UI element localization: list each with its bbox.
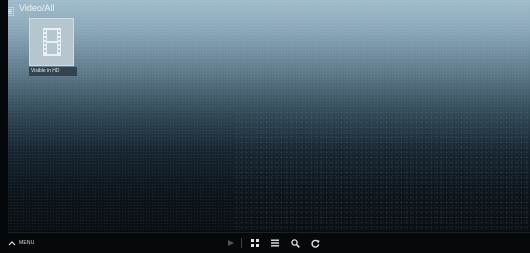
menu-button[interactable]: MENU [8,237,35,249]
play-icon[interactable] [225,237,237,249]
film-strip-icon [43,28,61,56]
dot-texture [4,0,530,253]
header-bar: Video/All [4,0,530,17]
toolbar-divider [241,238,242,248]
bottom-toolbar: MENU [4,232,530,253]
app-screen: Video/All Visible in HD MENU [4,0,530,253]
list-view-icon[interactable] [269,237,281,249]
chevron-up-icon [8,241,16,246]
left-edge-strip [0,0,8,253]
search-icon[interactable] [289,237,301,249]
dot-texture-dark [234,110,530,230]
grid-view-icon[interactable] [249,237,261,249]
menu-label: MENU [19,240,35,246]
page-title: Video/All [19,3,55,13]
refresh-icon[interactable] [309,237,321,249]
video-title[interactable]: Visible in HD [29,67,77,76]
video-thumbnail[interactable] [29,18,74,66]
